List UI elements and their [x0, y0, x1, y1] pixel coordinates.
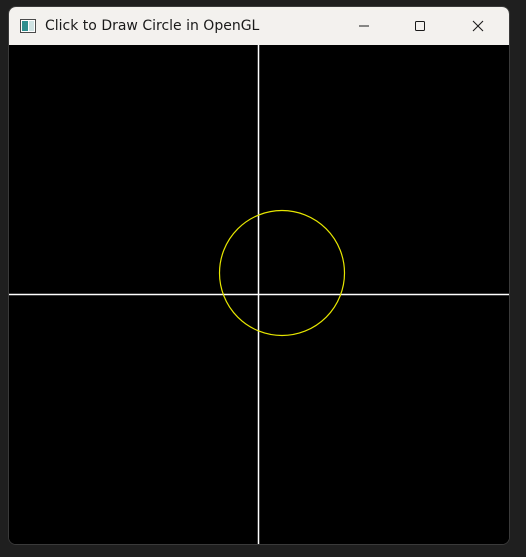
opengl-window: Click to Draw Circle in OpenGL: [8, 6, 510, 545]
close-icon: [472, 20, 484, 32]
close-button[interactable]: [455, 7, 501, 45]
title-bar[interactable]: Click to Draw Circle in OpenGL: [9, 7, 509, 45]
minimize-button[interactable]: [341, 7, 387, 45]
opengl-canvas[interactable]: [9, 45, 509, 544]
maximize-icon: [415, 21, 425, 31]
window-title: Click to Draw Circle in OpenGL: [45, 18, 260, 34]
canvas-drawing: [9, 45, 509, 544]
maximize-button[interactable]: [397, 7, 443, 45]
minimize-icon: [359, 25, 369, 27]
app-window-icon: [20, 19, 36, 33]
